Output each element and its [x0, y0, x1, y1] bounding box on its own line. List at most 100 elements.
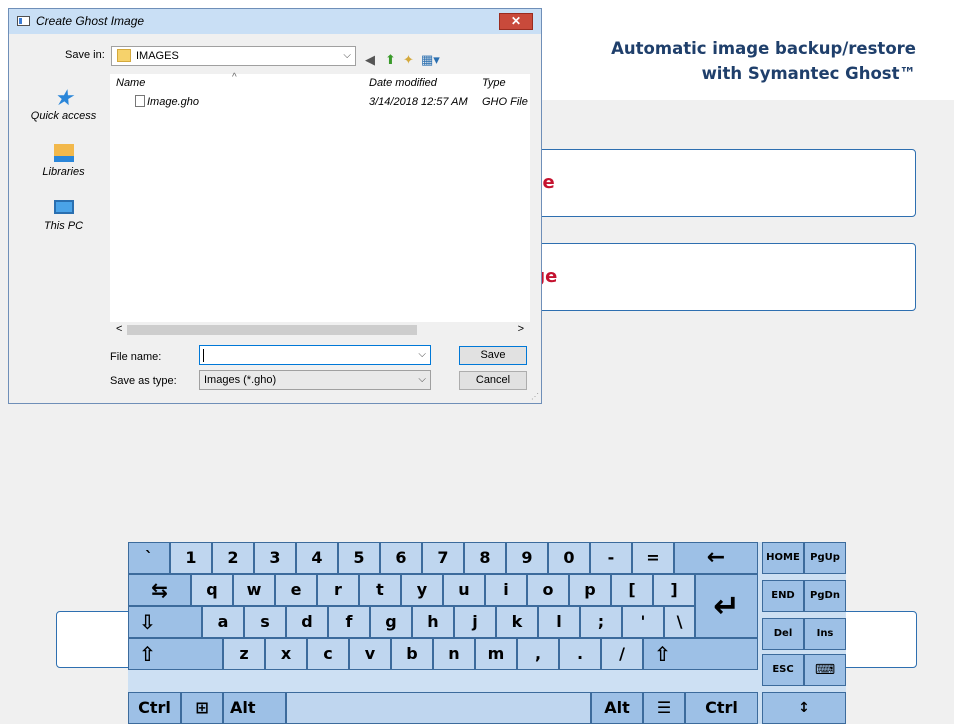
key-alt-left[interactable]: Alt	[223, 692, 286, 724]
key-0[interactable]: 0	[548, 542, 590, 574]
libraries-icon	[53, 144, 74, 162]
column-date[interactable]: Date modified	[369, 77, 437, 89]
column-name[interactable]: Name	[116, 77, 145, 89]
key-pgdn[interactable]: PgDn	[804, 580, 846, 612]
windows-icon[interactable]: ⊞	[181, 692, 223, 724]
key-b[interactable]: b	[391, 638, 433, 670]
key-f[interactable]: f	[328, 606, 370, 638]
view-menu-icon[interactable]: ▦▾	[421, 53, 440, 67]
key-8[interactable]: 8	[464, 542, 506, 574]
key-w[interactable]: w	[233, 574, 275, 606]
app-title: Automatic image backup/restore with Syma…	[611, 36, 916, 86]
file-list[interactable]: Name ^ Date modified Type Image.gho 3/14…	[110, 72, 530, 322]
key-caps-lock[interactable]: ⇩	[128, 606, 202, 638]
key-ins[interactable]: Ins	[804, 618, 846, 650]
place-quick-access[interactable]: ★ Quick access	[17, 86, 110, 123]
chevron-down-icon[interactable]: ⌵	[418, 346, 426, 364]
key-v[interactable]: v	[349, 638, 391, 670]
key-o[interactable]: o	[527, 574, 569, 606]
key-slash[interactable]: /	[601, 638, 643, 670]
dialog-titlebar[interactable]: Create Ghost Image ✕	[9, 9, 541, 34]
key-ctrl-right[interactable]: Ctrl	[685, 692, 758, 724]
key-4[interactable]: 4	[296, 542, 338, 574]
key-s[interactable]: s	[244, 606, 286, 638]
key-x[interactable]: x	[265, 638, 307, 670]
key-space[interactable]	[286, 692, 591, 724]
resize-grip[interactable]: ⋰	[531, 392, 539, 401]
key-j[interactable]: j	[454, 606, 496, 638]
save-in-label: Save in:	[65, 49, 105, 61]
close-button[interactable]: ✕	[499, 13, 533, 30]
horizontal-scrollbar[interactable]: < >	[110, 322, 530, 338]
key-7[interactable]: 7	[422, 542, 464, 574]
scroll-thumb[interactable]	[127, 325, 417, 335]
key-period[interactable]: .	[559, 638, 601, 670]
key-q[interactable]: q	[191, 574, 233, 606]
key-d[interactable]: d	[286, 606, 328, 638]
save-as-type-select[interactable]: Images (*.gho) ⌵	[199, 370, 431, 390]
cancel-button[interactable]: Cancel	[459, 371, 527, 390]
place-libraries[interactable]: Libraries	[17, 142, 110, 178]
key-g[interactable]: g	[370, 606, 412, 638]
key-2[interactable]: 2	[212, 542, 254, 574]
key-k[interactable]: k	[496, 606, 538, 638]
key-a[interactable]: a	[202, 606, 244, 638]
key-enter[interactable]: ↵	[695, 574, 758, 638]
key-5[interactable]: 5	[338, 542, 380, 574]
back-icon[interactable]: ◀	[365, 53, 375, 67]
move-keyboard-icon[interactable]: ↕	[762, 692, 846, 724]
restore-image-button[interactable]: Restore Ghost Image	[518, 243, 916, 311]
file-name-cell[interactable]: Image.gho	[147, 96, 199, 108]
key-esc[interactable]: ESC	[762, 654, 804, 686]
key-l[interactable]: l	[538, 606, 580, 638]
key-shift-left[interactable]: ⇧	[128, 638, 223, 670]
scroll-left-icon[interactable]: <	[116, 323, 122, 335]
key-home[interactable]: HOME	[762, 542, 804, 574]
create-image-button[interactable]: Create Ghost Image	[518, 149, 916, 217]
key-t[interactable]: t	[359, 574, 401, 606]
key-y[interactable]: y	[401, 574, 443, 606]
key-quote[interactable]: '	[622, 606, 664, 638]
menu-icon[interactable]: ☰	[643, 692, 685, 724]
keyboard-settings-icon[interactable]: ⌨	[804, 654, 846, 686]
key-right-bracket[interactable]: ]	[653, 574, 695, 606]
place-this-pc[interactable]: This PC	[17, 198, 110, 232]
key-tab[interactable]: ⇆	[128, 574, 191, 606]
scroll-right-icon[interactable]: >	[518, 323, 524, 335]
key-backtick[interactable]: `	[128, 542, 170, 574]
new-folder-icon[interactable]: ✦	[403, 53, 414, 67]
key-ctrl-left[interactable]: Ctrl	[128, 692, 181, 724]
key-z[interactable]: z	[223, 638, 265, 670]
key-6[interactable]: 6	[380, 542, 422, 574]
key-c[interactable]: c	[307, 638, 349, 670]
key-n[interactable]: n	[433, 638, 475, 670]
key-backslash[interactable]: \	[664, 606, 695, 638]
save-button[interactable]: Save	[459, 346, 527, 365]
key-alt-right[interactable]: Alt	[591, 692, 643, 724]
key-left-bracket[interactable]: [	[611, 574, 653, 606]
key-end[interactable]: END	[762, 580, 804, 612]
key-shift-right[interactable]: ⇧	[643, 638, 758, 670]
save-in-combo[interactable]: IMAGES ⌵	[111, 46, 356, 66]
key-m[interactable]: m	[475, 638, 517, 670]
up-folder-icon[interactable]: ⬆	[385, 53, 396, 67]
key-semicolon[interactable]: ;	[580, 606, 622, 638]
key-equals[interactable]: =	[632, 542, 674, 574]
key-i[interactable]: i	[485, 574, 527, 606]
key-1[interactable]: 1	[170, 542, 212, 574]
key-minus[interactable]: -	[590, 542, 632, 574]
key-e[interactable]: e	[275, 574, 317, 606]
key-u[interactable]: u	[443, 574, 485, 606]
file-name-input[interactable]: ⌵	[199, 345, 431, 365]
key-p[interactable]: p	[569, 574, 611, 606]
places-bar: ★ Quick access Libraries This PC	[17, 74, 110, 384]
key-9[interactable]: 9	[506, 542, 548, 574]
key-del[interactable]: Del	[762, 618, 804, 650]
column-type[interactable]: Type	[482, 77, 506, 89]
key-comma[interactable]: ,	[517, 638, 559, 670]
key-backspace[interactable]: ←	[674, 542, 758, 574]
key-h[interactable]: h	[412, 606, 454, 638]
key-3[interactable]: 3	[254, 542, 296, 574]
key-r[interactable]: r	[317, 574, 359, 606]
key-pgup[interactable]: PgUp	[804, 542, 846, 574]
